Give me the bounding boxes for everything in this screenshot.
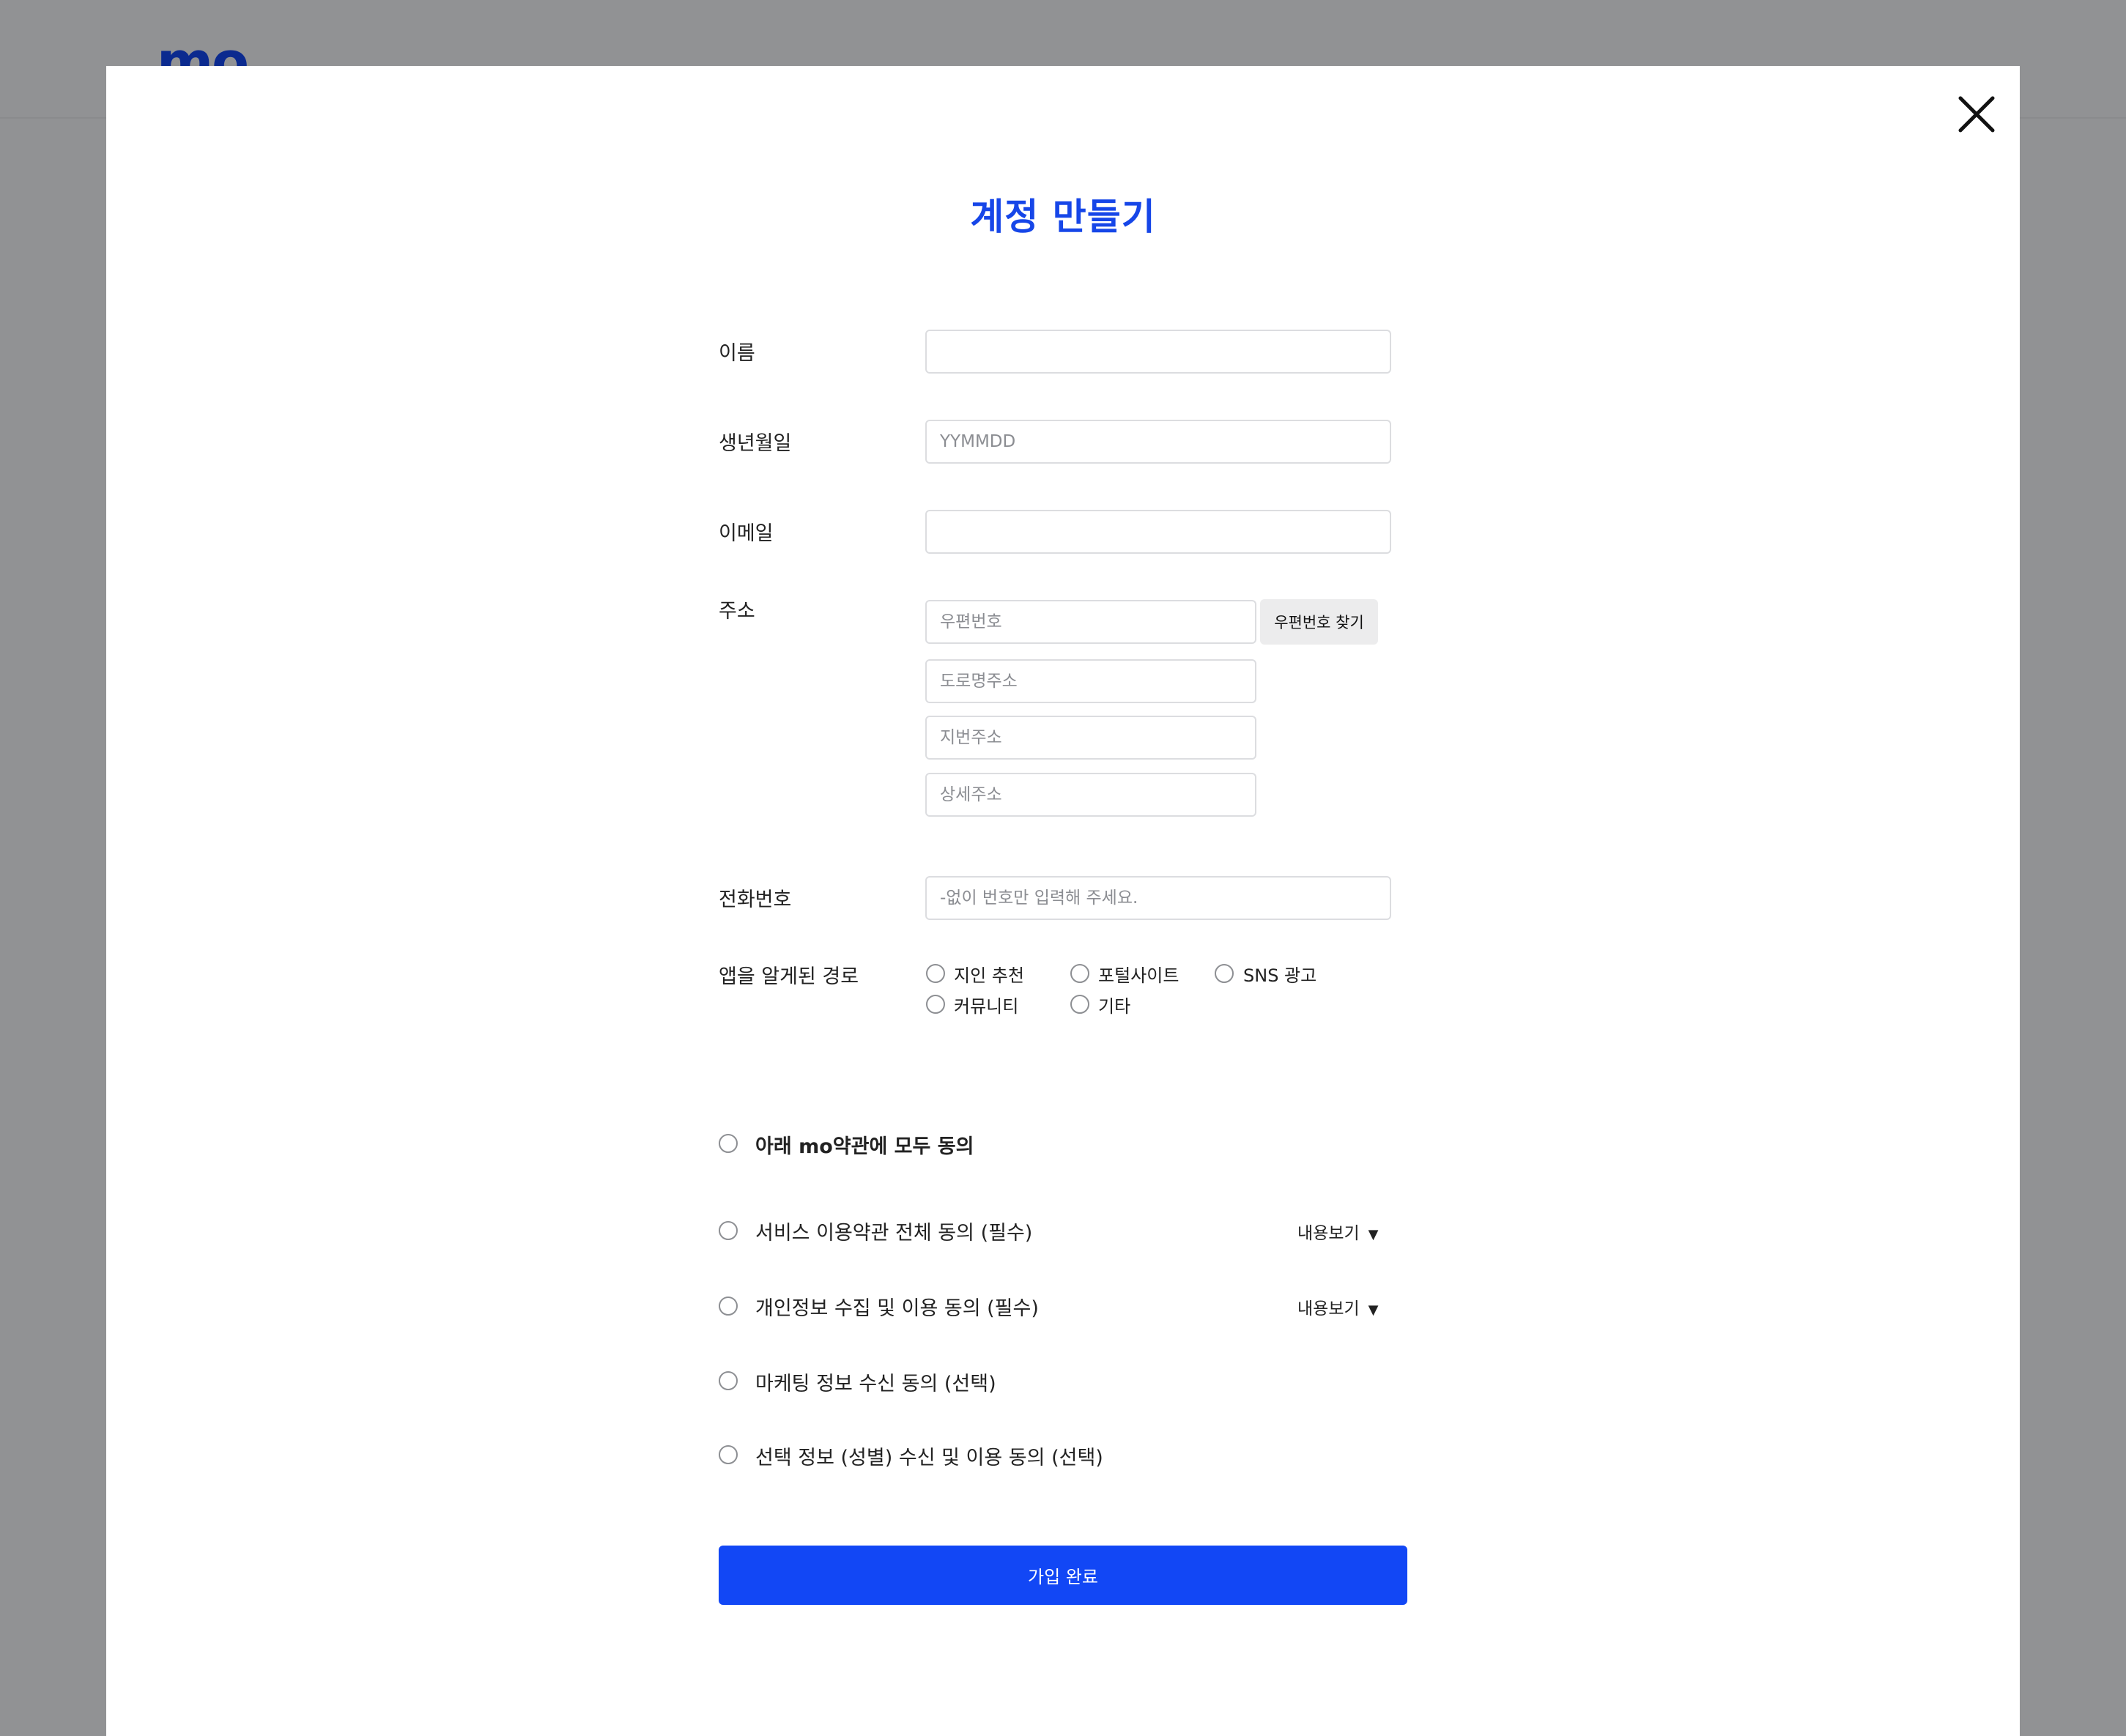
referral-radio-sns[interactable] <box>1215 964 1234 983</box>
terms-gender-radio[interactable] <box>719 1445 738 1464</box>
address-label: 주소 <box>719 600 755 623</box>
name-input[interactable] <box>925 330 1391 374</box>
referral-radio-portal[interactable] <box>1070 964 1089 983</box>
referral-radio-other[interactable] <box>1070 995 1089 1014</box>
referral-option-label: 포털사이트 <box>1098 965 1179 986</box>
referral-radio-community[interactable] <box>926 995 945 1014</box>
terms-gender-label: 선택 정보 (성별) 수신 및 이용 동의 (선택) <box>755 1447 1103 1469</box>
terms-privacy-radio[interactable] <box>719 1297 738 1316</box>
agree-all-label: 아래 mo약관에 모두 동의 <box>755 1135 974 1158</box>
phone-input[interactable] <box>925 876 1391 920</box>
email-label: 이메일 <box>719 522 774 545</box>
caret-down-icon: ▼ <box>1368 1302 1379 1318</box>
terms-privacy-label: 개인정보 수집 및 이용 동의 (필수) <box>755 1297 1039 1320</box>
terms-service-radio[interactable] <box>719 1221 738 1240</box>
terms-marketing-radio[interactable] <box>719 1371 738 1390</box>
close-button[interactable] <box>1956 94 1997 135</box>
name-label: 이름 <box>719 342 755 365</box>
road-address-input[interactable] <box>925 659 1256 703</box>
terms-privacy-view-link[interactable]: 내용보기 ▼ <box>1297 1294 1378 1319</box>
view-link-label: 내용보기 <box>1297 1299 1360 1318</box>
view-link-label: 내용보기 <box>1297 1224 1360 1243</box>
submit-button[interactable]: 가입 완료 <box>719 1546 1407 1605</box>
caret-down-icon: ▼ <box>1368 1227 1379 1242</box>
referral-option-label: SNS 광고 <box>1243 965 1317 986</box>
birthdate-label: 생년월일 <box>719 432 792 455</box>
lot-address-input[interactable] <box>925 716 1256 760</box>
birthdate-input[interactable] <box>925 420 1391 464</box>
detail-address-input[interactable] <box>925 773 1256 817</box>
referral-option-label: 커뮤니티 <box>954 996 1019 1017</box>
terms-service-label: 서비스 이용약관 전체 동의 (필수) <box>755 1222 1033 1244</box>
referral-option-label: 기타 <box>1098 996 1131 1017</box>
postcode-input[interactable] <box>925 600 1256 644</box>
modal-title: 계정 만들기 <box>970 196 1156 238</box>
close-icon <box>1958 96 1995 133</box>
phone-label: 전화번호 <box>719 889 792 911</box>
referral-label: 앱을 알게된 경로 <box>719 965 859 988</box>
referral-option-label: 지인 추천 <box>954 965 1024 986</box>
agree-all-radio[interactable] <box>719 1134 738 1153</box>
referral-radio-friend[interactable] <box>926 964 945 983</box>
find-postcode-button[interactable]: 우편번호 찾기 <box>1260 599 1378 645</box>
email-input[interactable] <box>925 510 1391 554</box>
terms-service-view-link[interactable]: 내용보기 ▼ <box>1297 1219 1378 1244</box>
terms-marketing-label: 마케팅 정보 수신 동의 (선택) <box>755 1373 996 1395</box>
